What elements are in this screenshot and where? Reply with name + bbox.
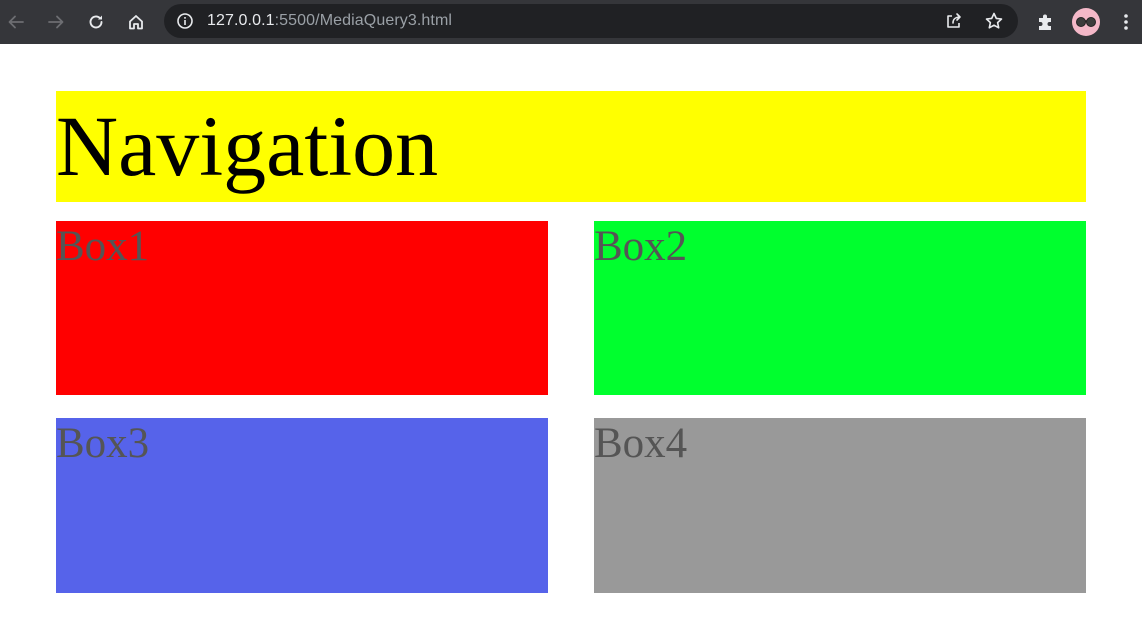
back-arrow-icon (8, 15, 24, 29)
home-button[interactable] (120, 6, 152, 38)
box-4: Box4 (594, 418, 1086, 593)
bookmark-star-icon[interactable] (984, 11, 1004, 31)
box-2: Box2 (594, 221, 1086, 395)
url-path: :5500/MediaQuery3.html (274, 12, 453, 29)
reload-button[interactable] (80, 6, 112, 38)
share-icon[interactable] (944, 11, 964, 31)
url-text[interactable]: 127.0.0.1:5500/MediaQuery3.html (207, 12, 452, 30)
forward-button[interactable] (40, 6, 72, 38)
kebab-menu-icon (1124, 14, 1128, 30)
url-host: 127.0.0.1 (207, 12, 275, 29)
site-info-icon[interactable] (176, 12, 194, 30)
reload-icon (89, 15, 103, 29)
address-bar[interactable]: 127.0.0.1:5500/MediaQuery3.html (164, 4, 1018, 38)
profile-avatar[interactable] (1072, 8, 1100, 36)
browser-menu-button[interactable] (1110, 6, 1142, 38)
extensions-button[interactable] (1030, 6, 1062, 38)
forward-arrow-icon (48, 15, 64, 29)
back-button[interactable] (0, 6, 32, 38)
home-icon (129, 15, 143, 30)
box-1: Box1 (56, 221, 548, 395)
sunglasses-icon (1076, 17, 1096, 27)
navigation-bar: Navigation (56, 91, 1086, 202)
page-content: Navigation Box1 Box2 Box3 Box4 (0, 44, 1142, 640)
box-3: Box3 (56, 418, 548, 593)
browser-toolbar: 127.0.0.1:5500/MediaQuery3.html (0, 0, 1142, 44)
extensions-puzzle-icon (1039, 14, 1051, 30)
